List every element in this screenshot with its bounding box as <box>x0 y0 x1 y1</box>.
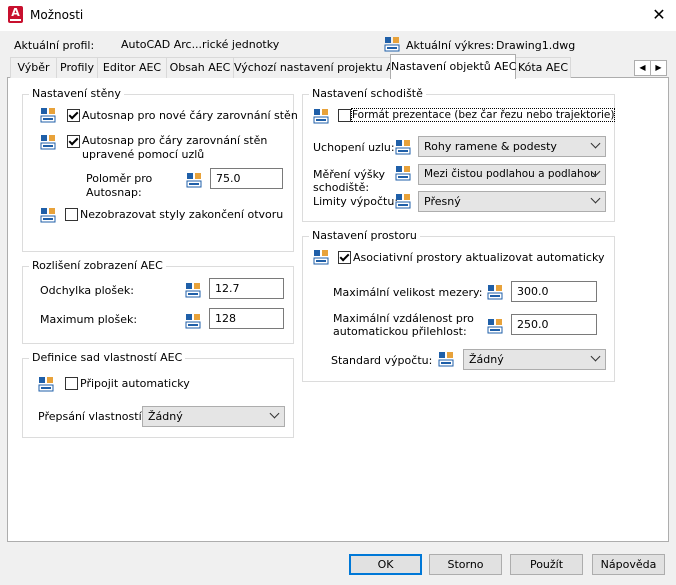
autosnap-grip-label-line1: Autosnap pro čáry zarovnání stěn <box>82 134 268 147</box>
radius-label-line2: Autosnap: <box>86 186 142 199</box>
chevron-down-icon <box>590 193 601 204</box>
deviation-input[interactable]: 12.7 <box>209 278 284 299</box>
tab-obsah-aec[interactable]: Obsah AEC <box>166 57 234 78</box>
limits-icon <box>395 193 411 209</box>
drawing-value: Drawing1.dwg <box>496 39 576 52</box>
resolution-title: Rozlišení zobrazení AEC <box>29 259 166 272</box>
node-grip-select[interactable]: Rohy ramene & podesty <box>418 136 606 157</box>
title-bar: A Možnosti ✕ <box>0 0 676 31</box>
hide-endcap-checkbox[interactable] <box>65 208 78 221</box>
tab-nastaveni-objektu[interactable]: Nastavení objektů AEC <box>390 54 516 79</box>
standard-value: Žádný <box>469 353 504 366</box>
gap-input[interactable]: 300.0 <box>511 281 597 302</box>
tab-scroll-right-button[interactable]: ▶ <box>650 60 667 76</box>
node-grip-icon <box>395 139 411 155</box>
tab-vyber[interactable]: Výběr <box>10 57 57 78</box>
autosnap-new-label: Autosnap pro nové čáry zarovnání stěn <box>82 109 298 122</box>
profile-value: AutoCAD Arc...rické jednotky <box>121 38 280 51</box>
wall-endcap-icon <box>40 207 56 223</box>
standard-label: Standard výpočtu: <box>331 354 433 367</box>
dist-icon <box>487 318 503 334</box>
autosnap-grip-checkbox[interactable] <box>67 135 80 148</box>
presentation-label: Formát prezentace (bez čar řezu nebo tra… <box>350 108 616 122</box>
assoc-label: Asociativní prostory aktualizovat automa… <box>353 251 605 264</box>
limits-select[interactable]: Přesný <box>418 191 606 212</box>
override-value: Žádný <box>148 410 183 423</box>
cancel-button[interactable]: Storno <box>429 554 502 575</box>
chevron-down-icon <box>269 408 280 419</box>
height-icon <box>395 165 411 181</box>
max-facets-label: Maximum plošek: <box>40 313 138 326</box>
stair-presentation-icon <box>313 108 329 124</box>
height-label-line1: Měření výšky <box>313 168 386 181</box>
dist-label-line2: automatickou přilehlost: <box>333 325 467 338</box>
ok-button[interactable]: OK <box>349 554 422 575</box>
standard-icon <box>438 351 454 367</box>
wall-settings-title: Nastavení stěny <box>29 87 124 100</box>
space-assoc-icon <box>313 249 329 265</box>
drawing-icon <box>384 36 400 52</box>
wall-grip-icon <box>40 134 56 150</box>
gap-label: Maximální velikost mezery: <box>333 286 483 299</box>
radius-label-line1: Poloměr pro <box>86 172 153 185</box>
standard-select[interactable]: Žádný <box>463 349 606 370</box>
tab-scroll-left-button[interactable]: ◀ <box>634 60 651 76</box>
hide-endcap-label: Nezobrazovat styly zakončení otvoru <box>80 208 284 221</box>
profile-label: Aktuální profil: <box>14 39 95 52</box>
tab-profily[interactable]: Profily <box>56 57 98 78</box>
node-grip-label: Uchopení uzlu: <box>313 141 395 154</box>
drawing-label: Aktuální výkres: <box>406 39 495 52</box>
help-button[interactable]: Nápověda <box>592 554 665 575</box>
dist-input[interactable]: 250.0 <box>511 314 597 335</box>
autocad-logo-icon: A <box>8 6 23 23</box>
stair-title: Nastavení schodiště <box>309 87 426 100</box>
chevron-down-icon <box>590 351 601 362</box>
chevron-down-icon <box>590 138 601 149</box>
tab-kota-aec[interactable]: Kóta AEC <box>515 57 571 78</box>
gap-icon <box>487 284 503 300</box>
height-select[interactable]: Mezi čistou podlahou a podlahou <box>418 164 606 185</box>
limits-value: Přesný <box>424 195 461 208</box>
apply-button[interactable]: Použít <box>510 554 583 575</box>
deviation-icon <box>185 282 201 298</box>
override-select[interactable]: Žádný <box>142 406 285 427</box>
autosnap-new-checkbox[interactable] <box>67 109 80 122</box>
close-button[interactable]: ✕ <box>646 4 672 26</box>
radius-icon <box>186 172 202 188</box>
autosnap-grip-label-line2: upravené pomocí uzlů <box>82 148 205 161</box>
radius-input[interactable]: 75.0 <box>210 168 283 189</box>
space-title: Nastavení prostoru <box>309 229 420 242</box>
deviation-label: Odchylka plošek: <box>40 284 134 297</box>
propsets-icon <box>38 376 54 392</box>
attach-auto-label: Připojit automaticky <box>80 377 190 390</box>
override-label: Přepsání vlastností <box>38 410 142 423</box>
wall-autosnap-icon <box>40 107 56 123</box>
dist-label-line1: Maximální vzdálenost pro <box>333 312 474 325</box>
max-facets-icon <box>185 313 201 329</box>
propsets-title: Definice sad vlastností AEC <box>29 351 186 364</box>
presentation-checkbox[interactable] <box>338 109 351 122</box>
limits-label: Limity výpočtu: <box>313 195 399 208</box>
node-grip-value: Rohy ramene & podesty <box>424 140 557 153</box>
max-facets-input[interactable]: 128 <box>209 308 284 329</box>
assoc-checkbox[interactable] <box>338 251 351 264</box>
window-title: Možnosti <box>30 8 84 22</box>
tab-vychozi-nastaveni[interactable]: Výchozí nastavení projektu AEC <box>233 57 408 78</box>
tab-editor-aec[interactable]: Editor AEC <box>97 57 167 78</box>
height-label-line2: schodiště: <box>313 181 370 194</box>
attach-auto-checkbox[interactable] <box>65 377 78 390</box>
height-value: Mezi čistou podlahou a podlahou <box>424 168 597 180</box>
